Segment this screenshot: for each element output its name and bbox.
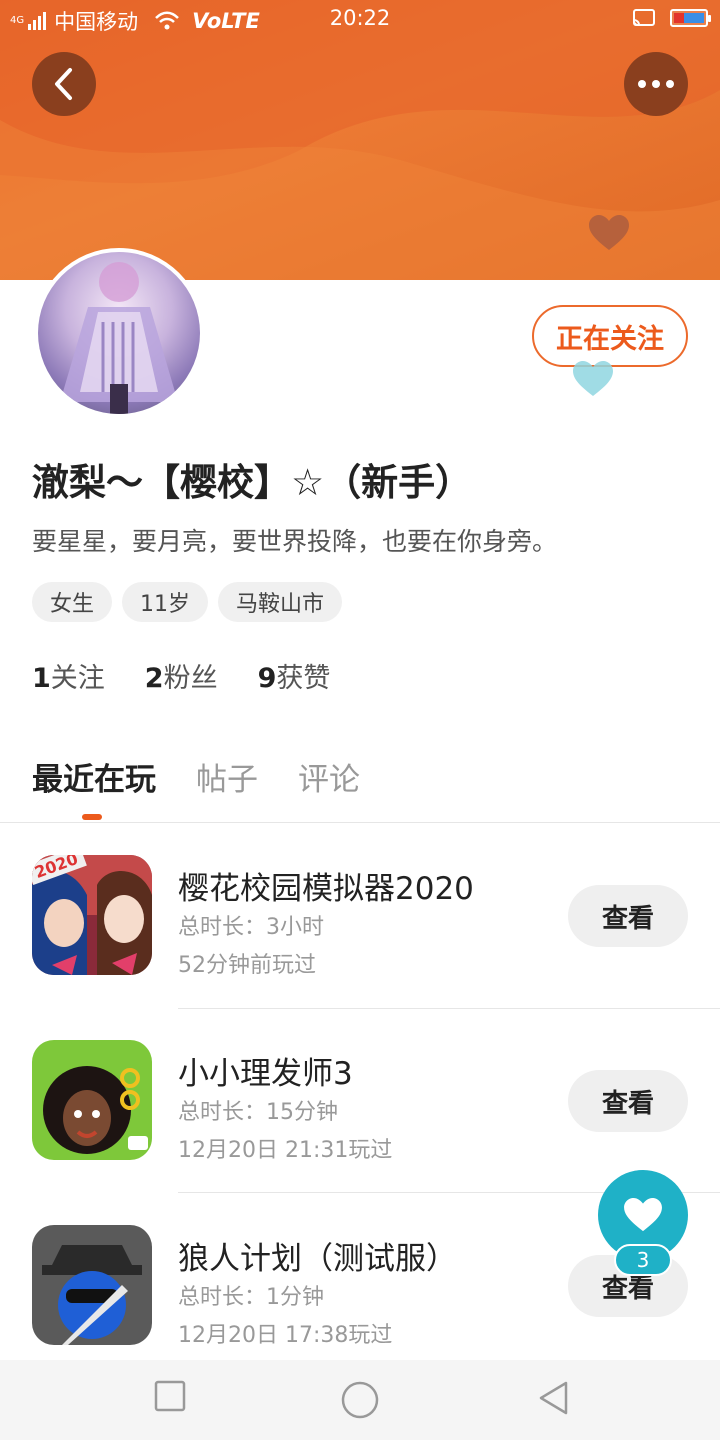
home-icon[interactable]	[340, 1380, 380, 1420]
more-button[interactable]	[624, 52, 688, 116]
tag-gender: 女生	[32, 582, 113, 622]
stat-label: 粉丝	[163, 663, 218, 694]
back-button[interactable]	[32, 52, 96, 116]
stat-likes[interactable]: 9获赞	[258, 656, 331, 695]
profile-banner	[0, 0, 720, 280]
battery-icon	[670, 9, 711, 27]
cast-icon	[633, 9, 655, 26]
tag-age: 11岁	[122, 582, 209, 622]
system-nav-bar	[0, 1360, 720, 1440]
back-nav-icon[interactable]	[536, 1380, 572, 1416]
list-item[interactable]: 2020 樱花校园模拟器2020 总时长：3小时 52分钟前玩过 查看	[0, 825, 720, 1010]
follow-button[interactable]: 正在关注	[532, 305, 688, 367]
game-last-played: 12月20日 21:31玩过	[178, 1138, 393, 1163]
game-icon: 2020	[32, 855, 152, 975]
stat-label: 关注	[50, 663, 105, 694]
game-icon	[32, 1225, 152, 1345]
user-name: 澈梨～【樱校】☆（新手）	[32, 461, 473, 504]
stat-count: 2	[144, 663, 164, 694]
stats-row: 1关注 2粉丝 9获赞	[32, 656, 330, 695]
list-divider	[178, 1008, 720, 1009]
tab-comments[interactable]: 评论	[298, 754, 360, 799]
game-title: 樱花校园模拟器2020	[178, 871, 474, 907]
tab-divider	[0, 822, 720, 823]
heart-icon	[624, 1197, 662, 1232]
view-button[interactable]: 查看	[568, 885, 688, 947]
game-last-played: 12月20日 17:38玩过	[178, 1323, 393, 1348]
tab-bar: 最近在玩 帖子 评论	[32, 754, 360, 799]
stat-following[interactable]: 1关注	[32, 656, 105, 695]
game-title: 狼人计划（测试服）	[178, 1241, 457, 1277]
game-icon	[32, 1040, 152, 1160]
tag-city: 马鞍山市	[218, 582, 343, 622]
stat-followers[interactable]: 2粉丝	[145, 656, 218, 695]
stat-label: 获赞	[276, 663, 331, 694]
user-bio: 要星星，要月亮，要世界投降，也要在你身旁。	[32, 527, 558, 556]
avatar[interactable]	[34, 248, 204, 418]
game-duration: 总时长：3小时	[178, 915, 324, 940]
game-last-played: 52分钟前玩过	[178, 953, 316, 978]
tag-list: 女生 11岁 马鞍山市	[32, 582, 343, 622]
stat-count: 1	[32, 663, 51, 694]
tab-posts[interactable]: 帖子	[196, 754, 258, 799]
heart-icon	[589, 215, 629, 250]
stat-count: 9	[257, 663, 277, 694]
tab-indicator	[82, 814, 102, 820]
tab-recent-play[interactable]: 最近在玩	[32, 754, 156, 799]
chevron-left-icon	[55, 68, 72, 100]
game-title: 小小理发师3	[178, 1056, 353, 1092]
avatar-image	[38, 252, 200, 414]
view-button[interactable]: 查看	[568, 1070, 688, 1132]
recent-apps-icon[interactable]	[154, 1380, 186, 1412]
clock: 20:22	[329, 6, 391, 30]
like-count-badge: 3	[614, 1244, 672, 1276]
more-dots-icon	[638, 80, 674, 88]
list-item[interactable]: 小小理发师3 总时长：15分钟 12月20日 21:31玩过 查看	[0, 1010, 720, 1195]
status-bar: 4G 中国移动 VoLTE 20:22	[0, 0, 720, 40]
heart-icon	[573, 361, 613, 396]
game-duration: 总时长：15分钟	[178, 1100, 338, 1125]
game-duration: 总时长：1分钟	[178, 1285, 324, 1310]
